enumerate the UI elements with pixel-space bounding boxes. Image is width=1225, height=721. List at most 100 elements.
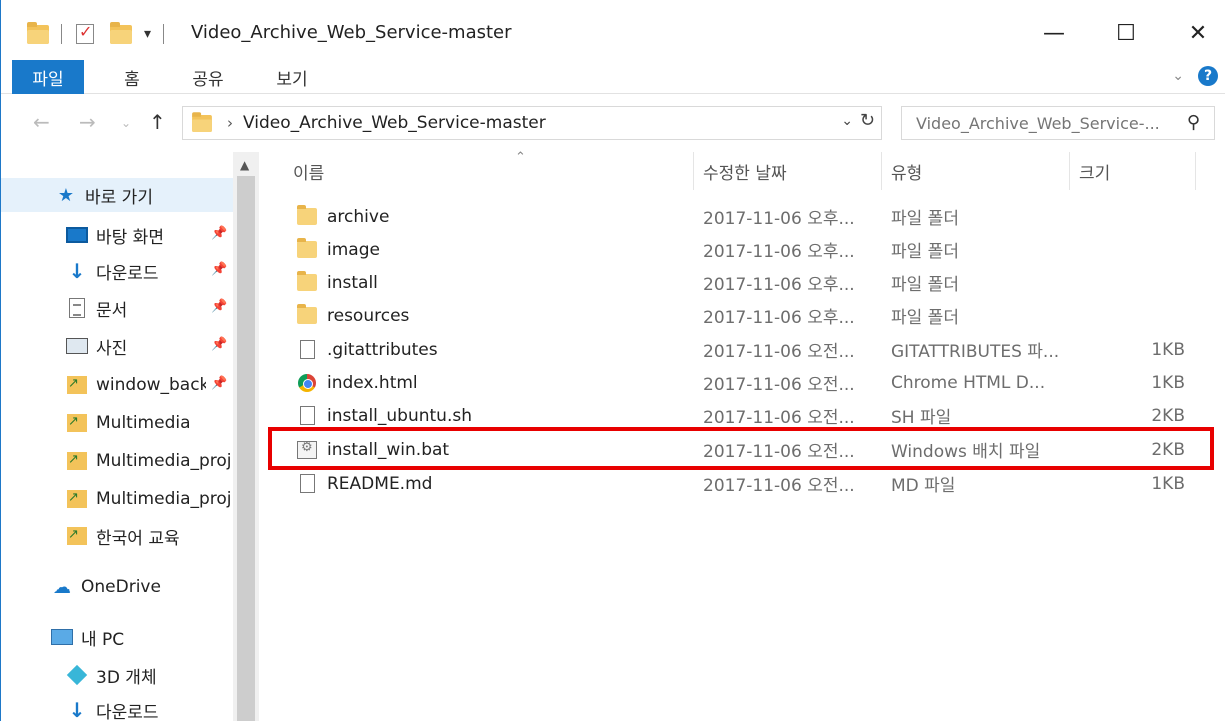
toolbar-divider [163,24,165,44]
table-row[interactable]: archive 2017-11-06 오후... 파일 폴더 [287,200,1197,233]
document-icon [66,298,88,318]
address-bar[interactable]: › Video_Archive_Web_Service-master ⌄ ↻ [182,106,882,140]
properties-icon[interactable] [76,22,94,44]
file-date: 2017-11-06 오전... [703,342,855,362]
pin-icon[interactable]: 📌 [211,299,227,314]
sidebar-item-label: 바로 가기 [85,187,153,208]
sidebar-item-multimedia[interactable]: Multimedia [1,406,233,440]
column-header-size[interactable]: 크기 [1079,152,1189,190]
scroll-up-icon[interactable]: ▲ [240,158,249,172]
sidebar-item-pc-downloads[interactable]: ↓ 다운로드 [1,693,233,721]
sidebar-item-multimedia-proj-1[interactable]: Multimedia_proj [1,444,233,478]
scrollbar-thumb[interactable] [237,176,255,721]
address-history-icon[interactable]: ⌄ [841,113,853,129]
file-name-cell: image [297,233,687,266]
tab-view[interactable]: 보기 [257,60,327,94]
file-type: 파일 폴더 [891,242,959,262]
file-name-cell: index.html [297,366,687,399]
tab-share[interactable]: 공유 [173,60,243,94]
folder-shortcut-icon [66,489,88,509]
customize-toolbar-icon[interactable]: ▾ [144,26,151,42]
recent-locations-icon[interactable]: ⌄ [121,116,131,130]
refresh-icon[interactable]: ↻ [860,110,875,131]
file-type: SH 파일 [891,408,952,428]
column-divider[interactable] [881,152,882,190]
folder-icon [27,21,49,44]
sidebar-item-desktop[interactable]: 바탕 화면 📌 [1,218,233,252]
pin-icon[interactable]: 📌 [211,226,227,241]
file-size [1107,299,1185,332]
file-name-cell: README.md [297,467,687,500]
folder-icon [297,238,317,260]
column-divider[interactable] [1195,152,1196,190]
search-icon[interactable]: ⚲ [1187,112,1200,133]
table-row[interactable]: .gitattributes 2017-11-06 오전... GITATTRI… [287,333,1197,366]
sidebar-item-label: 사진 [96,338,128,359]
file-date: 2017-11-06 오후... [703,242,855,262]
sidebar-item-downloads[interactable]: ↓ 다운로드 📌 [1,254,233,288]
file-size: 2KB [1151,439,1185,460]
sidebar-item-this-pc[interactable]: 내 PC [1,620,233,654]
sidebar-item-3d-objects[interactable]: 3D 개체 [1,658,233,692]
sort-ascending-icon: ⌃ [515,150,526,165]
minimize-button[interactable]: — [1034,18,1074,48]
column-header-name[interactable]: 이름 ⌃ [293,150,693,190]
sidebar-item-window-back[interactable]: window_back 📌 [1,368,233,402]
sidebar-item-documents[interactable]: 문서 📌 [1,291,233,325]
up-arrow-icon[interactable]: ↑ [149,110,166,134]
tab-file[interactable]: 파일 [12,60,84,94]
help-icon[interactable]: ? [1198,66,1218,86]
search-box[interactable]: ⚲ [901,106,1215,140]
blank-file-icon [297,340,317,360]
file-date: 2017-11-06 오후... [703,209,855,229]
folder-shortcut-icon [66,413,88,433]
breadcrumb-separator[interactable]: › [227,114,233,132]
table-row[interactable]: install 2017-11-06 오후... 파일 폴더 [287,266,1197,299]
sidebar-item-label: Multimedia_proj [96,489,232,509]
sidebar-item-label: Multimedia_proj [96,451,232,471]
maximize-button[interactable]: ☐ [1106,18,1146,48]
file-name: archive [327,206,390,227]
folder-icon [192,111,212,132]
folder-icon [297,205,317,227]
batch-file-icon [297,440,317,460]
file-date: 2017-11-06 오후... [703,308,855,328]
table-row[interactable]: install_ubuntu.sh 2017-11-06 오전... SH 파일… [287,399,1197,432]
table-row[interactable]: README.md 2017-11-06 오전... MD 파일 1KB [287,467,1197,500]
table-row[interactable]: image 2017-11-06 오후... 파일 폴더 [287,233,1197,266]
forward-arrow-icon[interactable]: → [79,110,96,134]
sidebar-item-korean-education[interactable]: 한국어 교육 [1,519,233,553]
pin-icon[interactable]: 📌 [211,337,227,352]
file-size: 2KB [1151,405,1185,426]
sidebar-item-onedrive[interactable]: ☁ OneDrive [1,570,233,604]
pin-icon[interactable]: 📌 [211,262,227,277]
sidebar-item-quick-access[interactable]: ★ 바로 가기 [1,178,233,212]
sidebar-scrollbar[interactable]: ▲ [233,152,259,721]
ribbon-tabs: 파일 홈 공유 보기 ⌄ ? [1,60,1225,94]
close-button[interactable]: ✕ [1178,18,1218,48]
file-name-cell: install_win.bat [297,433,687,466]
star-icon: ★ [57,184,75,206]
navigation-pane: ★ 바로 가기 바탕 화면 📌 ↓ 다운로드 📌 문서 📌 사진 📌 windo… [1,152,259,721]
column-header-type[interactable]: 유형 [891,152,1061,190]
file-size [1107,266,1185,299]
search-input[interactable] [916,108,1184,138]
breadcrumb-current[interactable]: Video_Archive_Web_Service-master [243,113,546,133]
pc-icon [51,627,73,647]
column-divider[interactable] [1069,152,1070,190]
table-row[interactable]: index.html 2017-11-06 오전... Chrome HTML … [287,366,1197,399]
expand-ribbon-icon[interactable]: ⌄ [1172,68,1184,84]
sidebar-item-pictures[interactable]: 사진 📌 [1,329,233,363]
sidebar-item-multimedia-proj-2[interactable]: Multimedia_proj [1,482,233,516]
folder-shortcut-icon [66,451,88,471]
table-row[interactable]: install_win.bat 2017-11-06 오전... Windows… [287,433,1197,466]
back-arrow-icon[interactable]: ← [33,110,50,134]
table-row[interactable]: resources 2017-11-06 오후... 파일 폴더 [287,299,1197,332]
file-name-cell: .gitattributes [297,333,687,366]
quick-access-toolbar: ▾ [27,20,165,48]
new-folder-icon[interactable] [110,21,132,44]
column-header-date[interactable]: 수정한 날짜 [703,152,873,190]
tab-home[interactable]: 홈 [104,60,160,94]
column-divider[interactable] [693,152,694,190]
pin-icon[interactable]: 📌 [211,376,227,391]
